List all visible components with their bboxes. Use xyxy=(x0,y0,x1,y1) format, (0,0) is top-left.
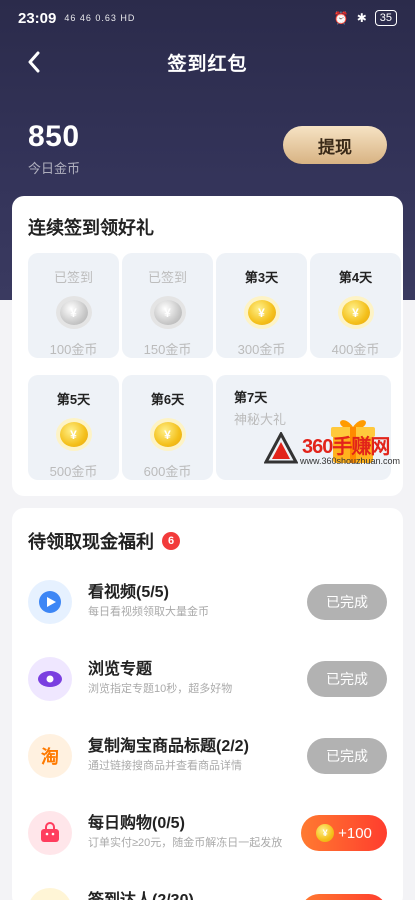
tasks-count-badge: 6 xyxy=(162,532,180,550)
coin-icon: ¥ xyxy=(341,300,370,325)
watermark-text: 360手赚网 xyxy=(302,436,390,458)
day-label: 第3天 xyxy=(244,270,279,285)
task-status-button[interactable]: 已完成 xyxy=(307,738,387,774)
day-card-6[interactable]: 第6天 ¥ 600金币 xyxy=(122,375,213,480)
day-reward: 400金币 xyxy=(331,342,380,357)
day-card-1[interactable]: 已签到 ¥ 100金币 xyxy=(28,253,119,358)
day-label: 第7天 xyxy=(234,390,268,405)
coin-count: 850 xyxy=(28,120,80,153)
task-status-button[interactable]: 已完成 xyxy=(307,661,387,697)
signin-title: 连续签到领好礼 xyxy=(28,218,154,238)
watermark: 360手赚网 www.360shouzhuan.com xyxy=(262,430,412,470)
coin-icon: ¥ xyxy=(59,300,88,325)
bluetooth-icon: ✱ xyxy=(356,11,367,25)
day-reward: 神秘大礼 xyxy=(234,412,287,427)
task-claim-amount: +100 xyxy=(338,824,372,842)
task-desc: 订单实付≥20元，随金币解冻日一起发放 xyxy=(88,837,283,849)
day-reward: 500金币 xyxy=(49,464,98,479)
coin-icon: ¥ xyxy=(153,422,182,447)
task-name: 签到达人(2/30) xyxy=(88,886,194,900)
day-label: 第6天 xyxy=(150,392,185,407)
alarm-icon: ⏰ xyxy=(333,11,349,25)
task-row: 淘 复制淘宝商品标题(2/2) 通过链接搜商品并查看商品详情 已完成 xyxy=(12,728,403,788)
task-row: 浏览专题 浏览指定专题10秒，超多好物 已完成 xyxy=(12,651,403,711)
coin-label: 今日金币 xyxy=(28,161,81,176)
taobao-glyph: 淘 xyxy=(41,747,59,767)
eye-icon xyxy=(28,657,72,701)
day-label: 第5天 xyxy=(56,392,91,407)
coin-summary: 850 今日金币 xyxy=(28,120,80,177)
task-row: 签到达人(2/30) xyxy=(12,882,403,900)
day-card-4[interactable]: 第4天 ¥ 400金币 xyxy=(310,253,401,358)
day-reward: 300金币 xyxy=(237,342,286,357)
day-reward: 150金币 xyxy=(143,342,192,357)
watermark-logo-icon xyxy=(264,432,298,464)
status-time: 23:09 xyxy=(18,9,57,27)
day-card-2[interactable]: 已签到 ¥ 150金币 xyxy=(122,253,213,358)
star-icon xyxy=(28,888,72,900)
coin-icon: ¥ xyxy=(153,300,182,325)
tasks-card: 待领取现金福利 6 看视频(5/5) 每日看视频领取大量金币 已完成 浏览专题 … xyxy=(12,508,403,900)
status-bar: 23:09 46 46 0.63 HD ⏰ ✱ 35 xyxy=(0,0,415,36)
task-desc: 浏览指定专题10秒，超多好物 xyxy=(88,683,233,695)
coin-icon: ¥ xyxy=(316,824,335,842)
task-name: 浏览专题 xyxy=(88,661,153,678)
day-label: 已签到 xyxy=(53,270,93,285)
page-title: 签到红包 xyxy=(167,53,248,75)
back-button[interactable] xyxy=(20,48,48,76)
day-reward: 600金币 xyxy=(143,464,192,479)
day-label: 已签到 xyxy=(147,270,187,285)
network-indicator: 46 46 0.63 HD xyxy=(64,13,136,23)
bag-icon xyxy=(28,811,72,855)
task-claim-button[interactable]: ¥ +100 xyxy=(301,815,387,851)
task-claim-button[interactable] xyxy=(301,894,387,900)
tasks-title: 待领取现金福利 xyxy=(28,532,154,552)
task-desc: 每日看视频领取大量金币 xyxy=(88,606,209,618)
play-icon xyxy=(28,580,72,624)
day-card-5[interactable]: 第5天 ¥ 500金币 xyxy=(28,375,119,480)
withdraw-button[interactable]: 提现 xyxy=(283,126,387,164)
day-label: 第4天 xyxy=(338,270,373,285)
task-name: 复制淘宝商品标题(2/2) xyxy=(88,738,249,755)
battery-level: 35 xyxy=(374,10,397,26)
tasks-header: 待领取现金福利 6 xyxy=(28,528,180,554)
nav-bar: 签到红包 xyxy=(0,42,415,82)
taobao-icon: 淘 xyxy=(28,734,72,778)
day-reward: 100金币 xyxy=(49,342,98,357)
task-row: 看视频(5/5) 每日看视频领取大量金币 已完成 xyxy=(12,574,403,634)
task-name: 每日购物(0/5) xyxy=(88,815,185,832)
coin-icon: ¥ xyxy=(247,300,276,325)
task-status-button[interactable]: 已完成 xyxy=(307,584,387,620)
day-card-3[interactable]: 第3天 ¥ 300金币 xyxy=(216,253,307,358)
watermark-url: www.360shouzhuan.com xyxy=(300,456,401,466)
chevron-left-icon xyxy=(28,51,40,73)
task-name: 看视频(5/5) xyxy=(88,584,169,601)
coin-icon: ¥ xyxy=(59,422,88,447)
task-row: 每日购物(0/5) 订单实付≥20元，随金币解冻日一起发放 ¥ +100 xyxy=(12,805,403,865)
task-desc: 通过链接搜商品并查看商品详情 xyxy=(88,760,242,772)
